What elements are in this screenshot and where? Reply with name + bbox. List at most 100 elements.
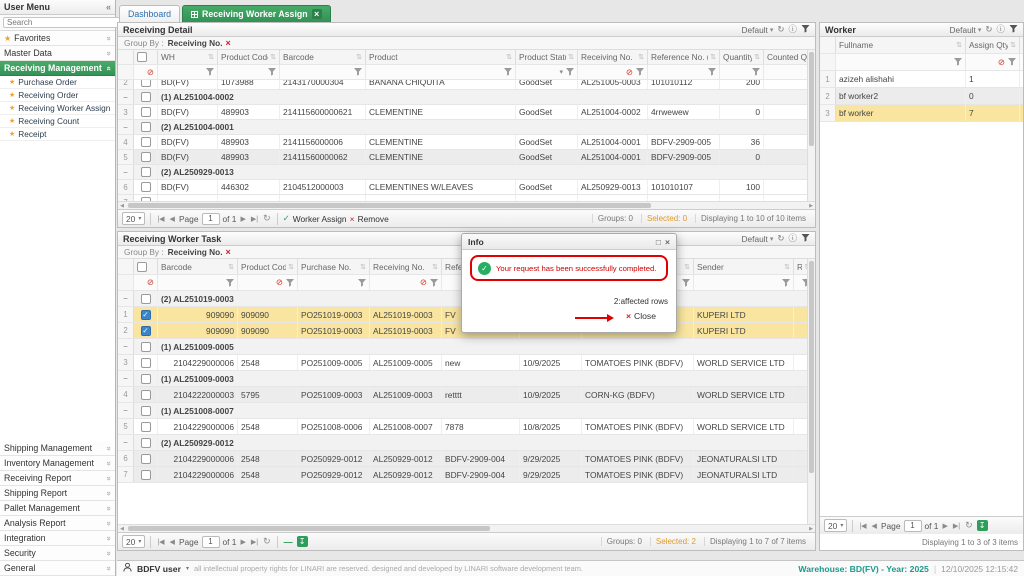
row-checkbox[interactable] bbox=[141, 374, 151, 384]
filter-select-caret-icon[interactable]: ▾ bbox=[559, 68, 563, 76]
vertical-scrollbar[interactable] bbox=[807, 259, 815, 524]
group-row[interactable]: −(2) AL251004-0001 bbox=[118, 120, 815, 135]
page-size-select[interactable]: 20▾ bbox=[824, 519, 847, 532]
filter-funnel-icon[interactable] bbox=[682, 279, 690, 287]
next-page-button[interactable]: ▶ bbox=[941, 522, 948, 530]
table-row[interactable]: 6BD(FV)4463022104512000003CLEMENTINES W/… bbox=[118, 180, 815, 195]
filter-cell[interactable]: ⊘ bbox=[578, 65, 648, 79]
table-row[interactable]: 321042290000062548PO251009-0005AL251009-… bbox=[118, 355, 815, 371]
collapse-group-icon[interactable]: − bbox=[123, 294, 128, 303]
first-page-button[interactable]: |◀ bbox=[156, 215, 165, 223]
group-by-chip[interactable]: Receiving No. × bbox=[168, 247, 231, 257]
table-row[interactable]: 3BD(FV)489903214115600000621CLEMENTINEGo… bbox=[118, 105, 815, 120]
first-page-button[interactable]: |◀ bbox=[156, 538, 165, 546]
sidebar-item-receipt[interactable]: ★Receipt bbox=[0, 128, 115, 141]
clear-filters-icon[interactable]: ⊘ bbox=[147, 278, 154, 287]
table-row[interactable]: 521042290000062548PO251008-0006AL251008-… bbox=[118, 419, 815, 435]
sidebar-section-pallet-management[interactable]: Pallet Management» bbox=[0, 501, 115, 516]
filter-cell[interactable] bbox=[648, 65, 720, 79]
filter-funnel-icon[interactable] bbox=[286, 279, 294, 287]
tab-receiving-worker-assign[interactable]: Receiving Worker Assign × bbox=[182, 5, 331, 22]
row-checkbox[interactable] bbox=[141, 107, 151, 117]
collapse-group-icon[interactable]: − bbox=[123, 438, 128, 447]
refresh-button[interactable]: ↻ bbox=[262, 213, 272, 224]
prev-page-button[interactable]: ◀ bbox=[871, 522, 878, 530]
filter-cell[interactable] bbox=[280, 65, 366, 79]
sidebar-section-shipping-management[interactable]: Shipping Management» bbox=[0, 441, 115, 456]
sidebar-section-inventory-management[interactable]: Inventory Management» bbox=[0, 456, 115, 471]
row-checkbox[interactable] bbox=[141, 390, 151, 400]
filter-funnel-icon[interactable] bbox=[1008, 58, 1016, 66]
export-button[interactable]: ↧ bbox=[297, 536, 308, 547]
group-row[interactable]: −(2) AL250929-0012 bbox=[118, 435, 815, 451]
remove-group-by-icon[interactable]: × bbox=[226, 38, 231, 48]
filter-funnel-icon[interactable] bbox=[566, 68, 574, 76]
filter-funnel-icon[interactable] bbox=[268, 68, 276, 76]
clear-filter-icon[interactable]: ⊘ bbox=[998, 58, 1005, 67]
column-header-product-code[interactable]: Product Code⇅ bbox=[238, 259, 298, 274]
row-checkbox[interactable] bbox=[141, 406, 151, 416]
filter-cell[interactable]: ⊘ bbox=[370, 275, 442, 290]
preset-select[interactable]: Default▾ bbox=[742, 234, 774, 244]
filter-funnel-icon[interactable] bbox=[430, 279, 438, 287]
select-all-checkbox[interactable] bbox=[137, 52, 147, 62]
collapse-group-icon[interactable]: − bbox=[123, 342, 128, 351]
last-page-button[interactable]: ▶| bbox=[250, 215, 259, 223]
first-page-button[interactable]: |◀ bbox=[858, 522, 867, 530]
scrollbar-thumb[interactable] bbox=[809, 52, 814, 146]
row-checkbox[interactable] bbox=[141, 152, 151, 162]
tab-close-icon[interactable]: × bbox=[312, 9, 322, 19]
preset-select[interactable]: Default▾ bbox=[950, 25, 982, 35]
remove-group-by-icon[interactable]: × bbox=[226, 247, 231, 257]
filter-funnel-icon[interactable] bbox=[358, 279, 366, 287]
filter-icon[interactable] bbox=[801, 25, 810, 35]
row-checkbox[interactable] bbox=[141, 342, 151, 352]
info-icon[interactable]: ⓘ bbox=[996, 25, 1005, 34]
remove-button[interactable]: ×Remove bbox=[350, 214, 389, 224]
group-by-chip[interactable]: Receiving No. × bbox=[168, 38, 231, 48]
clear-filter-icon[interactable]: ⊘ bbox=[276, 278, 283, 287]
sidebar-section-integration[interactable]: Integration» bbox=[0, 531, 115, 546]
row-checkbox[interactable] bbox=[141, 137, 151, 147]
filter-cell[interactable] bbox=[836, 54, 966, 70]
sidebar-item-receiving-count[interactable]: ★Receiving Count bbox=[0, 115, 115, 128]
sidebar-item-purchase-order[interactable]: ★Purchase Order bbox=[0, 76, 115, 89]
preset-select[interactable]: Default▾ bbox=[742, 25, 774, 35]
filter-funnel-icon[interactable] bbox=[504, 68, 512, 76]
prev-page-button[interactable]: ◀ bbox=[169, 215, 176, 223]
column-header-barcode[interactable]: Barcode⇅ bbox=[280, 50, 366, 64]
row-checkbox[interactable] bbox=[141, 422, 151, 432]
column-header-reference-no-po[interactable]: Reference No. (PO)⇅ bbox=[648, 50, 720, 64]
filter-icon[interactable] bbox=[1009, 25, 1018, 35]
select-all-checkbox[interactable] bbox=[137, 262, 147, 272]
sidebar-section-receiving-management[interactable]: Receiving Management « bbox=[0, 61, 115, 76]
refresh-icon[interactable]: ↻ bbox=[777, 234, 784, 243]
column-header-quantity[interactable]: Quantity⇅ bbox=[720, 50, 764, 64]
row-checkbox[interactable] bbox=[141, 182, 151, 192]
row-checkbox[interactable] bbox=[141, 454, 151, 464]
column-header-product-code[interactable]: Product Code⇅ bbox=[218, 50, 280, 64]
refresh-icon[interactable]: ↻ bbox=[985, 25, 992, 34]
scrollbar-thumb[interactable] bbox=[128, 203, 651, 208]
row-checkbox[interactable]: ✓ bbox=[141, 310, 151, 320]
table-row[interactable]: 621042290000062548PO250929-0012AL250929-… bbox=[118, 451, 815, 467]
row-checkbox[interactable] bbox=[141, 167, 151, 177]
collapse-groups-icon[interactable]: — bbox=[283, 537, 294, 547]
filter-cell[interactable] bbox=[366, 65, 516, 79]
group-row[interactable]: −(1) AL251009-0003 bbox=[118, 371, 815, 387]
current-user[interactable]: BDFV user bbox=[137, 564, 181, 574]
export-button[interactable]: ↧ bbox=[977, 520, 988, 531]
collapse-sidebar-icon[interactable]: « bbox=[106, 2, 111, 12]
row-checkbox[interactable] bbox=[141, 92, 151, 102]
table-row[interactable]: 421042220000035795PO251009-0003AL251009-… bbox=[118, 387, 815, 403]
scrollbar-thumb[interactable] bbox=[809, 261, 814, 473]
info-icon[interactable]: ⓘ bbox=[788, 234, 797, 243]
scroll-right-icon[interactable]: ▶ bbox=[807, 525, 815, 532]
filter-funnel-icon[interactable] bbox=[708, 68, 716, 76]
filter-funnel-icon[interactable] bbox=[954, 58, 962, 66]
sidebar-item-receiving-order[interactable]: ★Receiving Order bbox=[0, 89, 115, 102]
search-input[interactable] bbox=[3, 17, 121, 28]
last-page-button[interactable]: ▶| bbox=[250, 538, 259, 546]
clear-filter-icon[interactable]: ⊘ bbox=[626, 68, 633, 77]
column-header-sender[interactable]: Sender⇅ bbox=[694, 259, 794, 274]
